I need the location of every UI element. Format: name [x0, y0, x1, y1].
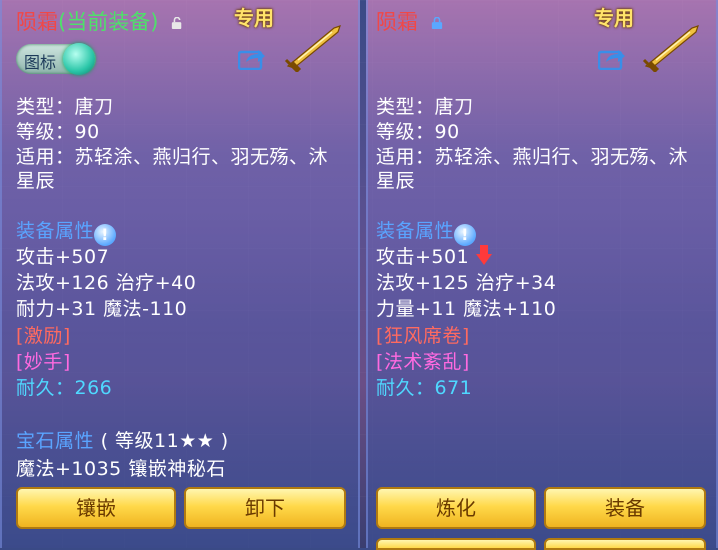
item-name: 陨霜 [376, 10, 418, 34]
applicable-characters-cont: 星辰 [376, 170, 416, 192]
item-title: 陨霜 [376, 6, 443, 36]
applicable-characters: 适用：苏轻涂、燕归行、羽无殇、沐 [16, 146, 329, 168]
applicable-characters: 适用：苏轻涂、燕归行、羽无殇、沐 [376, 146, 689, 168]
item-name: 陨霜 [16, 10, 58, 34]
share-icon[interactable] [238, 46, 266, 70]
unequip-button[interactable]: 卸下 [184, 487, 346, 529]
share-icon[interactable] [598, 46, 626, 70]
attr-header-text: 装备属性 [16, 220, 95, 242]
compare-equipment-panel: 陨霜 专用 类型：唐刀 等级：90 适用：苏轻涂、燕归行、羽无殇、沐 星辰 装备… [366, 0, 718, 550]
special-effect-1: [狂风席卷] [376, 325, 470, 347]
item-level: 等级：90 [16, 121, 100, 143]
gem-stat: 魔法+1035 镶嵌神秘石 [16, 458, 226, 480]
unlocked-icon[interactable] [171, 17, 183, 29]
stat-attack: 攻击+507 [16, 246, 110, 268]
more-button-partial[interactable] [376, 538, 536, 550]
gem-attributes-header: 宝石属性 ( 等级11★★ ) [16, 426, 229, 453]
item-type: 类型：唐刀 [16, 96, 114, 118]
item-type: 类型：唐刀 [376, 96, 474, 118]
durability: 耐久：671 [376, 377, 473, 399]
icon-toggle[interactable]: 图标 [16, 43, 96, 75]
stat-attack-text: 攻击+501 [376, 246, 470, 268]
stat-magic-heal: 法攻+126 治疗+40 [16, 272, 197, 294]
toggle-label: 图标 [24, 53, 57, 72]
exclusive-tag: 专用 [594, 6, 634, 30]
durability: 耐久：266 [16, 377, 113, 399]
refine-button[interactable]: 炼化 [376, 487, 536, 529]
toggle-knob [63, 43, 95, 75]
equip-button[interactable]: 装备 [544, 487, 706, 529]
special-effect-1: [激励] [16, 325, 71, 347]
gem-header-text: 宝石属性 [16, 430, 95, 452]
special-effect-2: [法术紊乱] [376, 351, 470, 373]
inlay-button[interactable]: 镶嵌 [16, 487, 176, 529]
stat-stamina-mana: 耐力+31 魔法-110 [16, 298, 188, 320]
exclusive-tag: 专用 [234, 6, 274, 30]
stat-strength-mana: 力量+11 魔法+110 [376, 298, 557, 320]
attr-header-text: 装备属性 [376, 220, 455, 242]
decrease-arrow-icon [475, 245, 492, 265]
item-level: 等级：90 [376, 121, 460, 143]
applicable-characters-cont: 星辰 [16, 170, 56, 192]
current-equipment-panel: 陨霜(当前装备) 专用 图标 类型：唐刀 等级：90 适用：苏轻涂、燕归行、羽无… [0, 0, 360, 548]
stat-magic-heal: 法攻+125 治疗+34 [376, 272, 557, 294]
locked-icon[interactable] [431, 17, 443, 29]
tang-blade-icon [284, 25, 341, 72]
item-title: 陨霜(当前装备) [16, 6, 183, 36]
stat-attack: 攻击+501 [376, 242, 492, 269]
special-effect-2: [妙手] [16, 351, 71, 373]
more-button-partial[interactable] [544, 538, 706, 550]
current-equipped-label: (当前装备) [58, 10, 159, 34]
gem-level: ( 等级11★★ ) [100, 430, 229, 452]
tang-blade-icon [642, 25, 699, 72]
